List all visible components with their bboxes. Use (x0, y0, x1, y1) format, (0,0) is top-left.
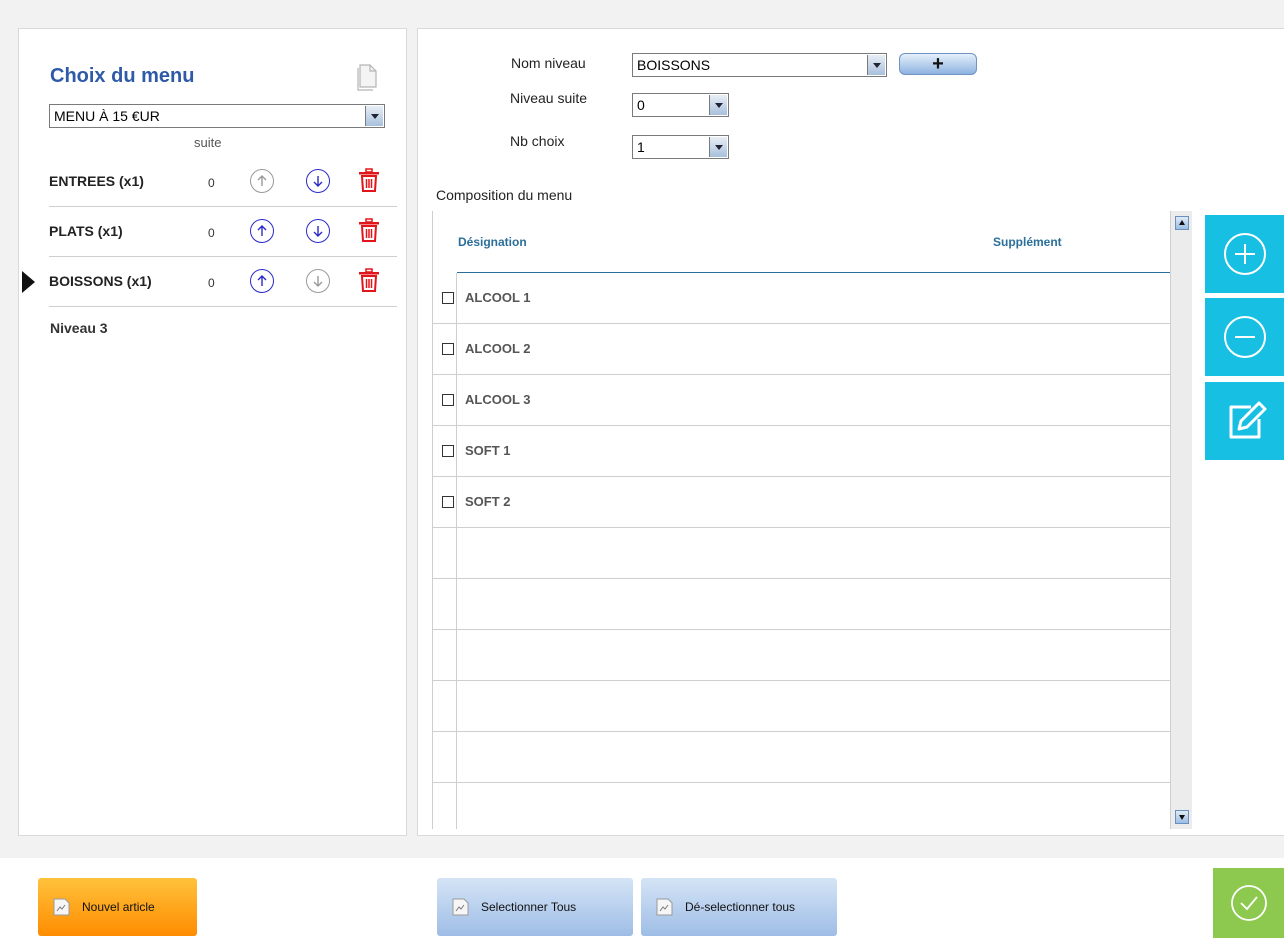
menu-select[interactable]: MENU À 15 €UR (49, 104, 385, 128)
designation-column-header[interactable]: Désignation (458, 235, 527, 249)
new-document-icon (53, 898, 70, 916)
deselect-all-button[interactable]: Dé-selectionner tous (641, 878, 837, 936)
add-level-button[interactable]: + (899, 53, 977, 75)
deselect-all-label: Dé-selectionner tous (685, 900, 796, 914)
nb-choix-value: 1 (637, 139, 645, 155)
row-checkbox[interactable] (442, 394, 454, 406)
edit-icon (1229, 401, 1266, 439)
table-row[interactable]: SOFT 2 (433, 477, 1170, 528)
row-designation: ALCOOL 2 (465, 341, 531, 356)
niveau-suite-select[interactable]: 0 (632, 93, 729, 117)
scroll-down-icon[interactable] (1175, 810, 1189, 824)
menu-panel-title: Choix du menu (50, 65, 195, 87)
row-designation: ALCOOL 3 (465, 392, 531, 407)
trash-icon[interactable] (358, 167, 380, 193)
new-article-button[interactable]: Nouvel article (38, 878, 197, 936)
select-all-label: Selectionner Tous (481, 900, 577, 914)
row-checkbox[interactable] (442, 445, 454, 457)
scroll-up-icon[interactable] (1175, 216, 1189, 230)
document-icon (452, 898, 469, 916)
selected-row-indicator (22, 271, 35, 293)
level-row-entrees[interactable]: ENTREES (x1) 0 (49, 157, 397, 207)
level-suite-value: 0 (208, 276, 215, 290)
add-item-button[interactable] (1205, 215, 1284, 293)
remove-item-button[interactable] (1205, 298, 1284, 376)
row-checkbox[interactable] (442, 496, 454, 508)
row-designation: ALCOOL 1 (465, 290, 531, 305)
table-row[interactable]: ALCOOL 1 (433, 273, 1170, 324)
level-label: PLATS (x1) (49, 223, 123, 239)
table-row[interactable] (433, 783, 1170, 829)
menu-select-value: MENU À 15 €UR (54, 108, 160, 124)
edit-item-button[interactable] (1205, 382, 1284, 460)
check-circle-icon (1230, 885, 1267, 921)
move-up-icon[interactable] (250, 169, 274, 193)
table-row[interactable] (433, 528, 1170, 579)
copy-icon[interactable] (356, 63, 378, 91)
table-row[interactable]: SOFT 1 (433, 426, 1170, 477)
move-down-icon[interactable] (306, 269, 330, 293)
move-up-icon[interactable] (250, 269, 274, 293)
select-all-button[interactable]: Selectionner Tous (437, 878, 633, 936)
table-row[interactable] (433, 579, 1170, 630)
document-icon (656, 898, 673, 916)
move-up-icon[interactable] (250, 219, 274, 243)
plus-circle-icon (1223, 233, 1266, 275)
new-article-label: Nouvel article (82, 900, 155, 914)
composition-table: Désignation Supplément ALCOOL 1 ALCOOL 2… (432, 211, 1192, 829)
niveau-suite-label: Niveau suite (510, 90, 588, 106)
nb-choix-label: Nb choix (510, 133, 565, 149)
niveau-suite-value: 0 (637, 97, 645, 113)
level-row-plats[interactable]: PLATS (x1) 0 (49, 207, 397, 257)
nb-choix-select[interactable]: 1 (632, 135, 729, 159)
move-down-icon[interactable] (306, 219, 330, 243)
table-row[interactable]: ALCOOL 2 (433, 324, 1170, 375)
row-designation: SOFT 2 (465, 494, 511, 509)
table-row[interactable]: ALCOOL 3 (433, 375, 1170, 426)
chevron-down-icon[interactable] (709, 95, 727, 115)
move-down-icon[interactable] (306, 169, 330, 193)
new-level-item[interactable]: Niveau 3 (50, 320, 108, 336)
suite-column-header: suite (194, 135, 222, 150)
table-row[interactable] (433, 732, 1170, 783)
level-label: ENTREES (x1) (49, 173, 144, 189)
chevron-down-icon[interactable] (365, 106, 383, 126)
row-checkbox[interactable] (442, 343, 454, 355)
level-label: BOISSONS (x1) (49, 273, 152, 289)
minus-circle-icon (1223, 316, 1266, 358)
row-designation: SOFT 1 (465, 443, 511, 458)
menu-panel: Choix du menu MENU À 15 €UR suite ENTREE… (18, 28, 407, 836)
vertical-scrollbar[interactable] (1170, 211, 1192, 829)
supplement-column-header[interactable]: Supplément (993, 235, 1062, 249)
level-suite-value: 0 (208, 226, 215, 240)
nom-niveau-label: Nom niveau (511, 55, 586, 71)
row-checkbox[interactable] (442, 292, 454, 304)
level-row-boissons[interactable]: BOISSONS (x1) 0 (22, 257, 397, 307)
composition-title: Composition du menu (436, 187, 573, 203)
level-detail-panel: Nom niveau BOISSONS + Niveau suite 0 Nb … (417, 28, 1284, 836)
nom-niveau-select[interactable]: BOISSONS (632, 53, 887, 77)
table-row[interactable] (433, 630, 1170, 681)
chevron-down-icon[interactable] (709, 137, 727, 157)
nom-niveau-value: BOISSONS (637, 57, 711, 73)
chevron-down-icon[interactable] (867, 55, 885, 75)
level-suite-value: 0 (208, 176, 215, 190)
trash-icon[interactable] (358, 217, 380, 243)
validate-button[interactable] (1213, 868, 1284, 938)
trash-icon[interactable] (358, 267, 380, 293)
table-row[interactable] (433, 681, 1170, 732)
